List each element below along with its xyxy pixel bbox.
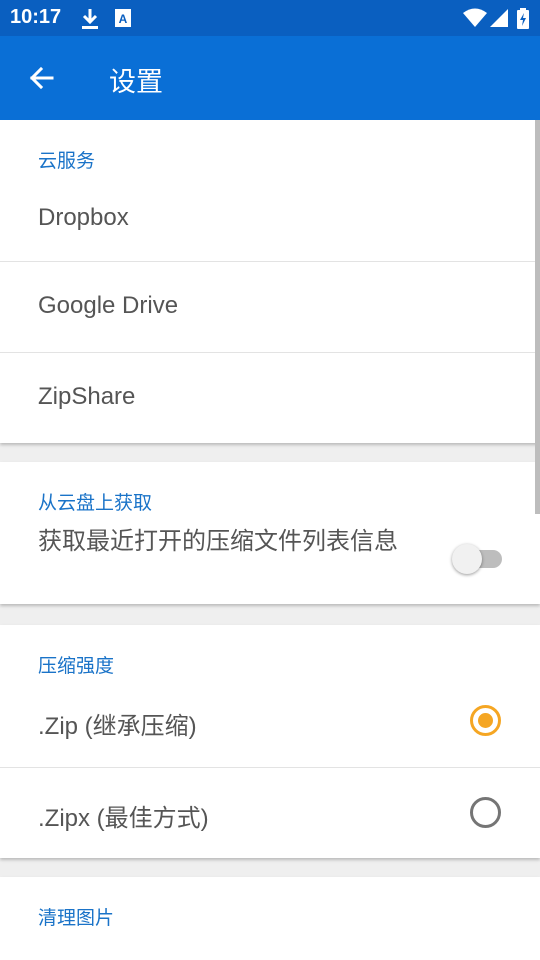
toggle-thumb[interactable]	[452, 544, 482, 574]
app-bar: 设置	[0, 36, 540, 120]
category-cloud-services: 云服务	[38, 150, 96, 172]
back-button[interactable]	[22, 58, 62, 98]
item-label: Dropbox	[38, 204, 129, 231]
accessibility-icon: A	[115, 9, 131, 27]
zipx-option-item[interactable]: .Zipx (最佳方式)	[0, 768, 540, 858]
zip-option-item[interactable]: .Zip (继承压缩)	[0, 685, 540, 767]
category-compression: 压缩强度	[38, 655, 115, 677]
svg-text:A: A	[119, 12, 128, 26]
category-clean-images: 清理图片	[38, 907, 115, 929]
recent-list-toggle-item[interactable]: 获取最近打开的压缩文件列表信息	[0, 520, 540, 604]
battery-charging-icon	[517, 8, 529, 29]
zipx-radio[interactable]	[470, 797, 501, 828]
google-drive-item[interactable]: Google Drive	[0, 262, 540, 352]
clean-images-card: 清理图片	[0, 877, 540, 960]
item-label: 获取最近打开的压缩文件列表信息	[38, 528, 398, 555]
item-label: .Zipx (最佳方式)	[38, 805, 209, 832]
scrollbar[interactable]	[535, 120, 540, 514]
dropbox-item[interactable]: Dropbox	[0, 184, 540, 261]
settings-list[interactable]: 云服务 Dropbox Google Drive ZipShare 从云盘上获取…	[0, 120, 540, 960]
status-bar: 10:17 A	[0, 0, 540, 36]
item-label: Google Drive	[38, 292, 179, 319]
cloud-services-card: 云服务 Dropbox Google Drive ZipShare	[0, 120, 540, 443]
status-time: 10:17	[10, 6, 62, 28]
item-label: .Zip (继承压缩)	[38, 713, 197, 740]
signal-icon	[490, 9, 508, 27]
category-fetch-from-cloud: 从云盘上获取	[38, 492, 153, 514]
zipshare-item[interactable]: ZipShare	[0, 353, 540, 443]
fetch-from-cloud-card: 从云盘上获取 获取最近打开的压缩文件列表信息	[0, 462, 540, 604]
wifi-icon	[463, 8, 487, 27]
item-label: ZipShare	[38, 383, 136, 410]
download-icon	[82, 9, 98, 29]
compression-card: 压缩强度 .Zip (继承压缩) .Zipx (最佳方式)	[0, 625, 540, 858]
zip-radio-selected[interactable]	[470, 705, 501, 736]
page-title: 设置	[109, 67, 163, 98]
arrow-left-icon	[29, 66, 54, 90]
